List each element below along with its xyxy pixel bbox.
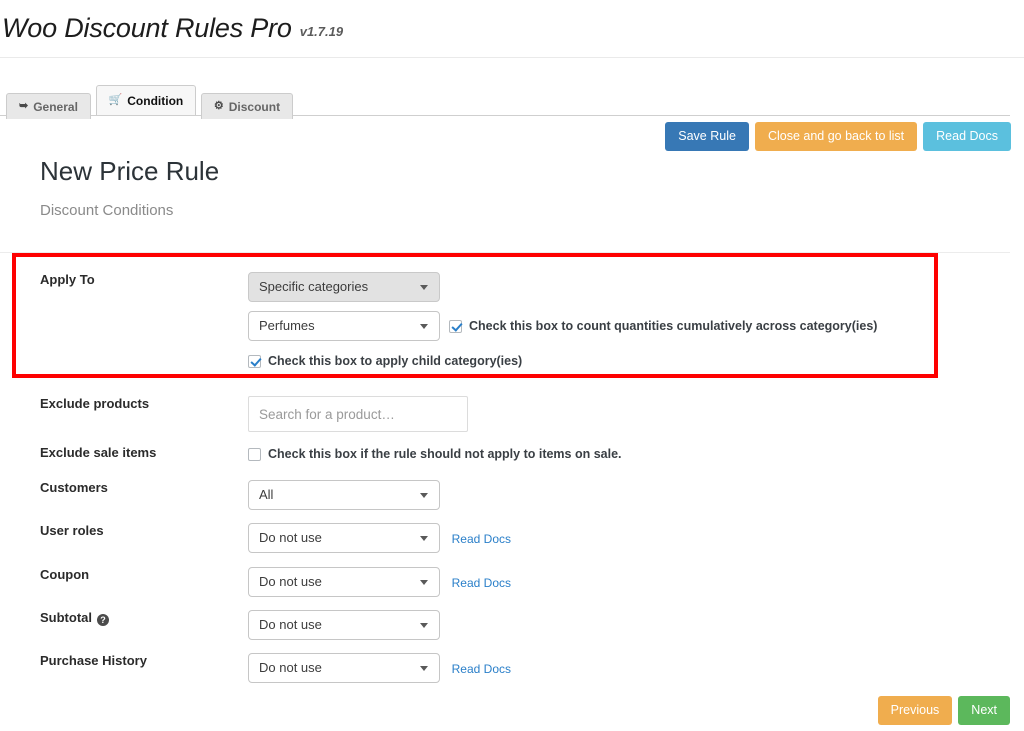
field-row-purchase-history: Purchase History Do not use Read Docs: [0, 653, 1024, 683]
user-roles-controls: Do not use Read Docs: [248, 523, 1024, 553]
wizard-nav-bar: Previous Next: [877, 696, 1010, 725]
apply-to-category-line: Perfumes Check this box to count quantit…: [248, 311, 1024, 341]
page-header: Woo Discount Rules Pro v1.7.19: [0, 0, 1024, 58]
field-row-coupon: Coupon Do not use Read Docs: [0, 567, 1024, 597]
close-and-go-back-button[interactable]: Close and go back to list: [754, 122, 918, 151]
action-bar: Save Rule Close and go back to list Read…: [665, 122, 1011, 151]
customers-value: All: [259, 487, 274, 502]
subtotal-select[interactable]: Do not use: [248, 610, 440, 640]
purchase-history-label: Purchase History: [40, 653, 147, 668]
apply-to-type-value: Specific categories: [259, 279, 369, 294]
user-roles-select[interactable]: Do not use: [248, 523, 440, 553]
apply-to-label: Apply To: [40, 272, 95, 287]
coupon-controls: Do not use Read Docs: [248, 567, 1024, 597]
customers-controls: All: [248, 480, 1024, 510]
exclude-products-controls: [248, 396, 1024, 432]
tab-condition[interactable]: 🛒 Condition: [95, 85, 197, 115]
chevron-down-icon: [420, 666, 428, 671]
field-row-customers: Customers All: [0, 480, 1024, 510]
previous-button[interactable]: Previous: [877, 696, 953, 725]
cumulative-checkbox-label: Check this box to count quantities cumul…: [469, 319, 878, 333]
coupon-read-docs-link[interactable]: Read Docs: [452, 576, 511, 590]
chevron-down-icon: [420, 285, 428, 290]
subtotal-controls: Do not use: [248, 610, 1024, 640]
coupon-label: Coupon: [40, 567, 90, 582]
field-row-exclude-products: Exclude products: [0, 396, 1024, 432]
page-subtitle: Discount Conditions: [40, 201, 174, 219]
user-roles-value: Do not use: [259, 530, 322, 545]
tab-condition-label: Condition: [127, 93, 184, 108]
subtotal-value: Do not use: [259, 617, 322, 632]
tag-icon: ➥: [19, 100, 29, 112]
tab-general-label: General: [33, 99, 78, 114]
child-category-checkbox[interactable]: [248, 354, 261, 368]
purchase-history-read-docs-link[interactable]: Read Docs: [452, 662, 511, 676]
field-row-subtotal: Subtotal? Do not use: [0, 610, 1024, 640]
purchase-history-value: Do not use: [259, 660, 322, 675]
app-title: Woo Discount Rules Pro: [2, 13, 292, 43]
user-roles-label: User roles: [40, 523, 104, 538]
app-version: v1.7.19: [299, 24, 344, 39]
customers-select[interactable]: All: [248, 480, 440, 510]
tab-bar: ➥ General 🛒 Condition ⚙ Discount: [0, 85, 1024, 119]
customers-label: Customers: [40, 480, 108, 495]
coupon-value: Do not use: [259, 574, 322, 589]
coupon-select[interactable]: Do not use: [248, 567, 440, 597]
exclude-sale-items-checkbox-group[interactable]: Check this box if the rule should not ap…: [248, 447, 622, 461]
tab-general[interactable]: ➥ General: [6, 93, 91, 119]
gear-icon: ⚙: [213, 100, 224, 112]
field-row-user-roles: User roles Do not use Read Docs: [0, 523, 1024, 553]
apply-to-category-select[interactable]: Perfumes: [248, 311, 440, 341]
user-roles-read-docs-link[interactable]: Read Docs: [452, 532, 511, 546]
help-icon[interactable]: ?: [97, 614, 109, 626]
chevron-down-icon: [420, 493, 428, 498]
field-row-apply-to: Apply To Specific categories Perfumes Ch…: [0, 272, 1024, 368]
cumulative-checkbox[interactable]: [449, 319, 462, 333]
apply-to-type-select[interactable]: Specific categories: [248, 272, 440, 302]
chevron-down-icon: [420, 623, 428, 628]
apply-to-category-value: Perfumes: [259, 318, 315, 333]
cumulative-checkbox-group[interactable]: Check this box to count quantities cumul…: [449, 319, 877, 333]
exclude-sale-items-controls: Check this box if the rule should not ap…: [248, 445, 1024, 461]
chevron-down-icon: [420, 324, 428, 329]
subtotal-label: Subtotal: [40, 610, 92, 625]
tab-discount-label: Discount: [228, 99, 281, 114]
exclude-products-label: Exclude products: [40, 396, 150, 411]
chevron-down-icon: [420, 536, 428, 541]
tab-underline: [0, 115, 1010, 116]
save-rule-button[interactable]: Save Rule: [665, 122, 749, 151]
child-category-checkbox-label: Check this box to apply child category(i…: [268, 354, 523, 368]
field-row-exclude-sale-items: Exclude sale items Check this box if the…: [0, 445, 1024, 462]
read-docs-button[interactable]: Read Docs: [923, 122, 1011, 151]
purchase-history-controls: Do not use Read Docs: [248, 653, 1024, 683]
next-button[interactable]: Next: [958, 696, 1010, 725]
purchase-history-select[interactable]: Do not use: [248, 653, 440, 683]
tab-discount[interactable]: ⚙ Discount: [200, 93, 294, 119]
exclude-sale-items-checkbox-label: Check this box if the rule should not ap…: [268, 447, 622, 461]
exclude-sale-items-checkbox[interactable]: [248, 447, 261, 461]
subtotal-label-wrap: Subtotal?: [0, 610, 248, 627]
child-category-checkbox-group[interactable]: Check this box to apply child category(i…: [248, 354, 522, 368]
cart-icon: 🛒: [108, 94, 123, 106]
page-title: New Price Rule: [40, 156, 220, 186]
apply-to-controls: Specific categories Perfumes Check this …: [248, 272, 1024, 368]
exclude-products-input[interactable]: [248, 396, 468, 432]
exclude-sale-items-label: Exclude sale items: [40, 445, 157, 460]
chevron-down-icon: [420, 580, 428, 585]
